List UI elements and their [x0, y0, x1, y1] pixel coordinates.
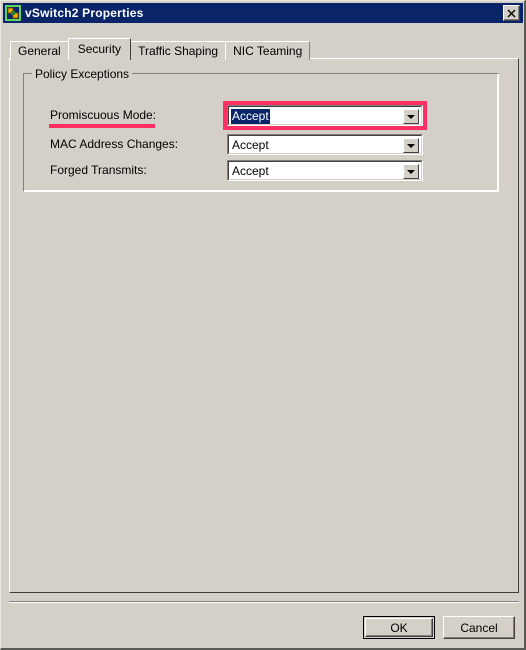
row-mac-address-changes: MAC Address Changes: Accept	[24, 134, 498, 156]
vswitch-icon	[5, 5, 21, 21]
security-tab-page: Policy Exceptions Promiscuous Mode: Acce…	[9, 58, 519, 593]
tab-general-label: General	[18, 44, 61, 58]
policy-exceptions-group: Policy Exceptions Promiscuous Mode: Acce…	[23, 67, 499, 192]
tab-security-label: Security	[77, 42, 122, 56]
tab-nic-teaming[interactable]: NIC Teaming	[225, 41, 311, 60]
tab-security[interactable]: Security	[67, 38, 132, 60]
footer-separator	[9, 601, 519, 603]
promiscuous-mode-value: Accept	[231, 109, 270, 124]
title-bar: vSwitch2 Properties	[3, 3, 523, 23]
tab-strip: General Security Traffic Shaping NIC Tea…	[10, 38, 311, 60]
mac-address-changes-dropdown-face: Accept	[228, 135, 422, 154]
tab-traffic-shaping[interactable]: Traffic Shaping	[130, 41, 227, 60]
chevron-down-icon[interactable]	[403, 164, 419, 179]
window-title: vSwitch2 Properties	[25, 6, 144, 20]
cancel-button-label: Cancel	[460, 620, 498, 635]
tab-general[interactable]: General	[10, 41, 69, 60]
ok-button-face: OK	[365, 618, 433, 637]
forged-transmits-dropdown-face: Accept	[228, 161, 422, 180]
tab-nic-teaming-label: NIC Teaming	[233, 44, 303, 58]
forged-transmits-dropdown[interactable]: Accept	[227, 160, 423, 181]
mac-address-changes-value: Accept	[232, 138, 269, 152]
promiscuous-mode-label: Promiscuous Mode:	[50, 108, 157, 122]
policy-exceptions-title: Policy Exceptions	[32, 67, 133, 81]
vswitch-properties-window: vSwitch2 Properties General Security Tra…	[0, 0, 526, 650]
close-icon[interactable]	[503, 5, 520, 21]
promiscuous-mode-dropdown[interactable]: Accept	[227, 105, 423, 126]
mac-address-changes-label: MAC Address Changes:	[50, 137, 179, 151]
promiscuous-mode-dropdown-face: Accept	[228, 106, 422, 125]
ok-button[interactable]: OK	[363, 616, 435, 639]
chevron-down-glyph	[407, 143, 415, 148]
chevron-down-glyph	[407, 169, 415, 174]
row-promiscuous-mode: Promiscuous Mode: Accept	[24, 101, 498, 130]
close-glyph	[507, 9, 516, 17]
chevron-down-icon[interactable]	[403, 138, 419, 153]
row-forged-transmits: Forged Transmits: Accept	[24, 160, 498, 182]
chevron-down-icon[interactable]	[403, 109, 419, 124]
promiscuous-mode-underline-annotation	[49, 124, 155, 128]
forged-transmits-label: Forged Transmits:	[50, 163, 147, 177]
tab-traffic-shaping-label: Traffic Shaping	[138, 44, 219, 58]
chevron-down-glyph	[407, 114, 415, 119]
cancel-button[interactable]: Cancel	[443, 616, 515, 639]
ok-button-label: OK	[390, 620, 408, 635]
mac-address-changes-dropdown[interactable]: Accept	[227, 134, 423, 155]
forged-transmits-value: Accept	[232, 164, 269, 178]
